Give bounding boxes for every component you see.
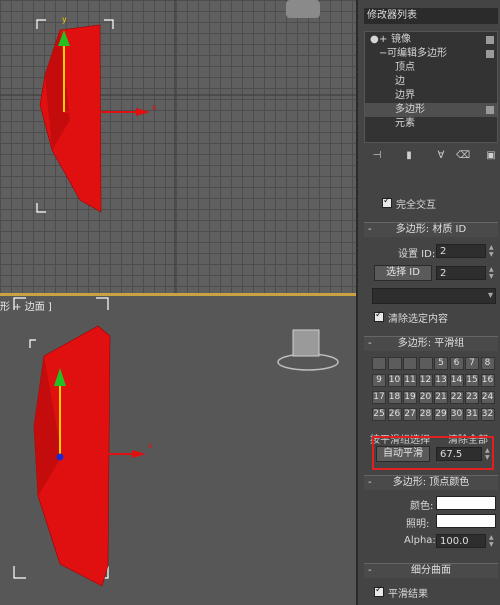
stack-toggle-icon[interactable] [486, 106, 494, 114]
select-id-button[interactable]: 选择 ID [374, 265, 432, 281]
smoothing-group-button[interactable] [372, 357, 386, 370]
stack-item-polygon[interactable]: 多边形 [365, 103, 497, 117]
smoothing-group-button[interactable] [418, 357, 433, 370]
smoothing-group-button[interactable]: 15 [465, 374, 479, 387]
smoothing-group-button[interactable]: 13 [434, 374, 448, 387]
rollout-vertex-color[interactable]: - 多边形: 顶点颜色 [364, 475, 498, 490]
stack-toolbar: ⊣ ▮ ∀ ⌫ ▣ [364, 148, 500, 166]
stack-item-element[interactable]: 元素 [365, 117, 497, 131]
modifier-list-dropdown[interactable]: 修改器列表 [364, 8, 498, 24]
show-end-result-icon[interactable]: ▮ [404, 150, 414, 162]
rollout-subdivision[interactable]: - 细分曲面 [364, 563, 498, 578]
stack-item-border[interactable]: 边界 [365, 89, 497, 103]
selection-bracket [104, 19, 114, 29]
gizmo-x-arrow-icon [136, 108, 150, 116]
configure-sets-icon[interactable]: ▣ [486, 150, 496, 162]
vertex-color-swatch[interactable] [436, 496, 496, 510]
smoothing-group-button[interactable] [403, 357, 417, 370]
selection-bracket [36, 19, 46, 29]
set-id-spinner-icon[interactable]: ▲ ▼ [489, 244, 495, 258]
gizmo-x-letter: x [152, 103, 157, 112]
stack-item-edge[interactable]: 边 [365, 75, 497, 89]
viewport-bottom[interactable]: 形 + 边面 ] x [0, 296, 356, 605]
selection-bracket [29, 339, 36, 348]
viewcube-icon [286, 0, 320, 18]
smooth-result-checkbox[interactable] [374, 585, 384, 597]
smoothing-group-button[interactable]: 24 [480, 391, 495, 404]
gizmo-z-point [56, 453, 64, 461]
smoothing-group-button[interactable]: 11 [403, 374, 417, 387]
smoothing-group-button[interactable]: 10 [387, 374, 402, 387]
alpha-spinner-icon[interactable]: ▲ ▼ [489, 534, 495, 548]
smoothing-group-button[interactable]: 27 [403, 408, 417, 421]
smoothing-group-button[interactable]: 31 [465, 408, 479, 421]
gizmo-y-letter: y [62, 15, 67, 24]
smoothing-group-button[interactable]: 21 [434, 391, 448, 404]
smoothing-group-button[interactable]: 14 [449, 374, 464, 387]
smoothing-group-button[interactable]: 17 [372, 391, 386, 404]
selection-bracket [13, 566, 26, 579]
smoothing-group-button[interactable]: 18 [387, 391, 402, 404]
smoothing-group-button[interactable]: 12 [418, 374, 433, 387]
viewport-top[interactable]: y x [0, 0, 356, 296]
smoothing-group-button[interactable]: 28 [418, 408, 433, 421]
alpha-input[interactable]: 100.0 [436, 534, 486, 548]
illumination-color-swatch[interactable] [436, 514, 496, 528]
selection-bracket [36, 203, 46, 213]
modifier-stack[interactable]: ● + 镜像 − 可编辑多边形 顶点 边 边界 多边形 元素 [364, 31, 498, 143]
smoothing-group-button[interactable]: 30 [449, 408, 464, 421]
complete-interaction-checkbox[interactable] [382, 196, 392, 208]
smoothing-group-button[interactable]: 29 [434, 408, 448, 421]
selection-bracket [13, 297, 26, 310]
gizmo-x-arrow-icon [132, 450, 146, 458]
stack-item-mirror[interactable]: ● + 镜像 [365, 33, 497, 47]
viewport-top-scene: y x [0, 0, 356, 293]
remove-modifier-icon[interactable]: ⌫ [456, 150, 470, 162]
smoothing-group-button[interactable]: 5 [434, 357, 448, 370]
material-name-dropdown[interactable]: ▾ [372, 288, 496, 304]
smoothing-group-button[interactable]: 23 [465, 391, 479, 404]
rollout-material-id[interactable]: - 多边形: 材质 ID [364, 222, 498, 237]
select-id-spinner-icon[interactable]: ▲ ▼ [489, 266, 495, 280]
lightbulb-icon[interactable]: ● [370, 33, 379, 47]
viewcube-icon [292, 329, 320, 357]
annotation-highlight-box [372, 436, 494, 470]
smoothing-group-button[interactable] [387, 357, 402, 370]
smoothing-group-button[interactable]: 20 [418, 391, 433, 404]
make-unique-icon[interactable]: ∀ [436, 150, 446, 162]
chevron-down-icon: ▾ [487, 290, 493, 301]
rollout-smoothing-groups[interactable]: - 多边形: 平滑组 [364, 336, 498, 351]
stack-toggle-icon[interactable] [486, 36, 494, 44]
smoothing-group-button[interactable]: 16 [480, 374, 495, 387]
expand-icon[interactable]: + [379, 33, 387, 47]
smoothing-group-button[interactable]: 8 [480, 357, 495, 370]
smoothing-group-button[interactable]: 22 [449, 391, 464, 404]
smoothing-group-button[interactable]: 26 [387, 408, 402, 421]
viewport-bottom-scene: x [13, 297, 339, 587]
smoothing-group-button[interactable]: 6 [449, 357, 464, 370]
select-id-input[interactable]: 2 [436, 266, 486, 280]
smoothing-group-button[interactable]: 9 [372, 374, 386, 387]
stack-item-editable-poly[interactable]: − 可编辑多边形 [365, 47, 497, 61]
clear-selection-checkbox[interactable] [374, 310, 384, 322]
stack-item-vertex[interactable]: 顶点 [365, 61, 497, 75]
smoothing-group-button[interactable]: 25 [372, 408, 386, 421]
pin-stack-icon[interactable]: ⊣ [372, 150, 382, 162]
smoothing-group-button[interactable]: 7 [465, 357, 479, 370]
set-id-input[interactable]: 2 [436, 244, 486, 258]
smoothing-group-button[interactable]: 19 [403, 391, 417, 404]
gizmo-x-letter: x [148, 441, 153, 450]
stack-toggle-icon[interactable] [486, 50, 494, 58]
smoothing-group-button[interactable]: 32 [480, 408, 495, 421]
selection-bracket [96, 297, 109, 310]
